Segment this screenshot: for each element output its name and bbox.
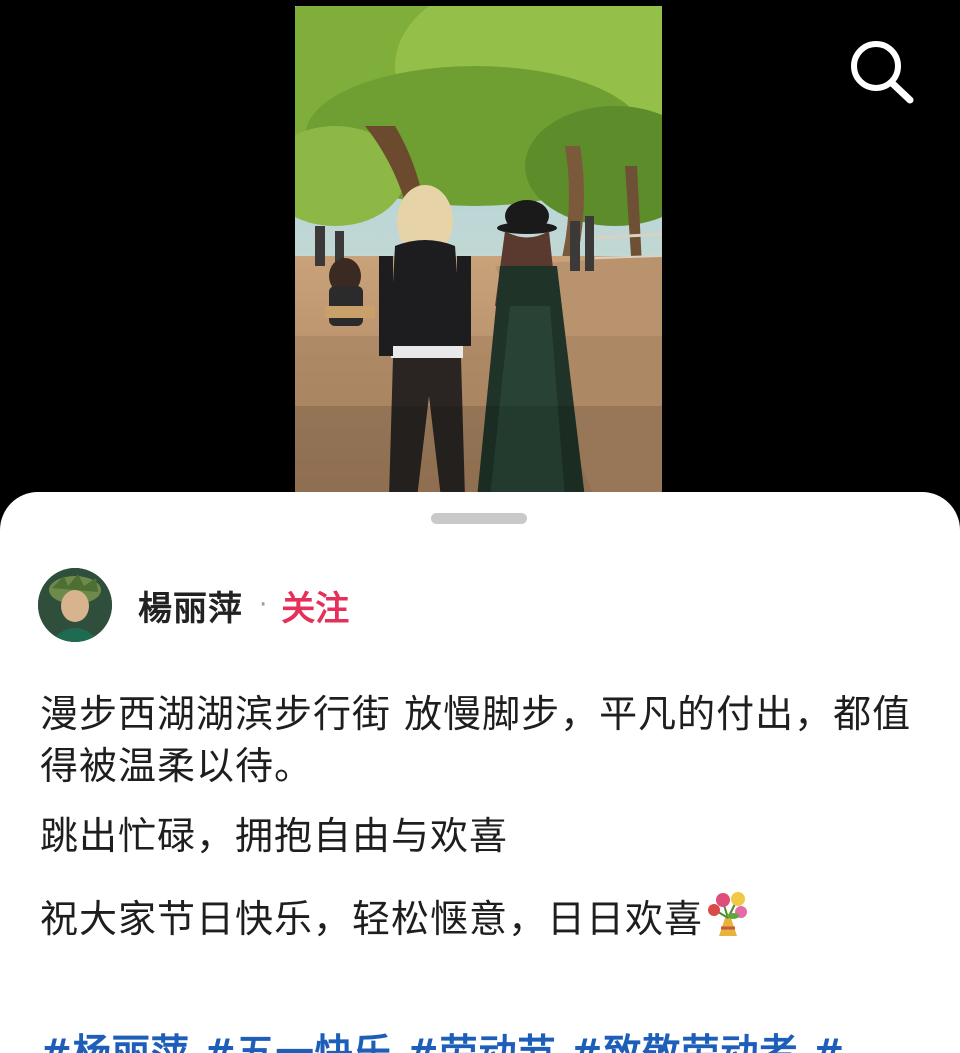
bouquet-icon [708,892,748,936]
avatar[interactable] [38,568,112,642]
author-name[interactable]: 楊丽萍 [138,581,243,630]
hashtag-link[interactable]: # [812,1031,845,1053]
post-line-2: 跳出忙碌，拥抱自由与欢喜 [40,814,509,858]
hashtag-link[interactable]: #杨丽萍 [40,1031,190,1053]
app-screen: 楊丽萍 · 关注 漫步西湖湖滨步行街 放慢脚步，平凡的付出，都值得被温柔以待。 … [0,0,960,1053]
separator-dot: · [259,590,268,620]
hashtag-row: #杨丽萍 #五一快乐 #劳动节 #致敬劳动者 # [40,1022,859,1053]
hashtag-link[interactable]: #五一快乐 [204,1031,393,1053]
author-row: 楊丽萍 · 关注 [38,567,349,643]
post-body: 漫步西湖湖滨步行街 放慢脚步，平凡的付出，都值得被温柔以待。 跳出忙碌，拥抱自由… [40,688,920,945]
drag-handle[interactable] [431,513,527,524]
post-line-3: 祝大家节日快乐，轻松惬意，日日欢喜 [40,888,920,945]
follow-button[interactable]: 关注 [281,581,349,630]
hashtag-link[interactable]: #致敬劳动者 [571,1031,799,1053]
hashtag-link[interactable]: #劳动节 [407,1031,557,1053]
search-icon [851,41,914,104]
video-still [295,6,662,498]
search-button[interactable] [846,36,918,106]
post-line-1: 漫步西湖湖滨步行街 放慢脚步，平凡的付出，都值得被温柔以待。 [40,692,912,788]
avatar-image [38,568,112,642]
post-detail-sheet: 楊丽萍 · 关注 漫步西湖湖滨步行街 放慢脚步，平凡的付出，都值得被温柔以待。 … [0,492,960,1053]
post-line-3-text: 祝大家节日快乐，轻松惬意，日日欢喜 [40,897,704,941]
video-player[interactable] [295,6,662,498]
